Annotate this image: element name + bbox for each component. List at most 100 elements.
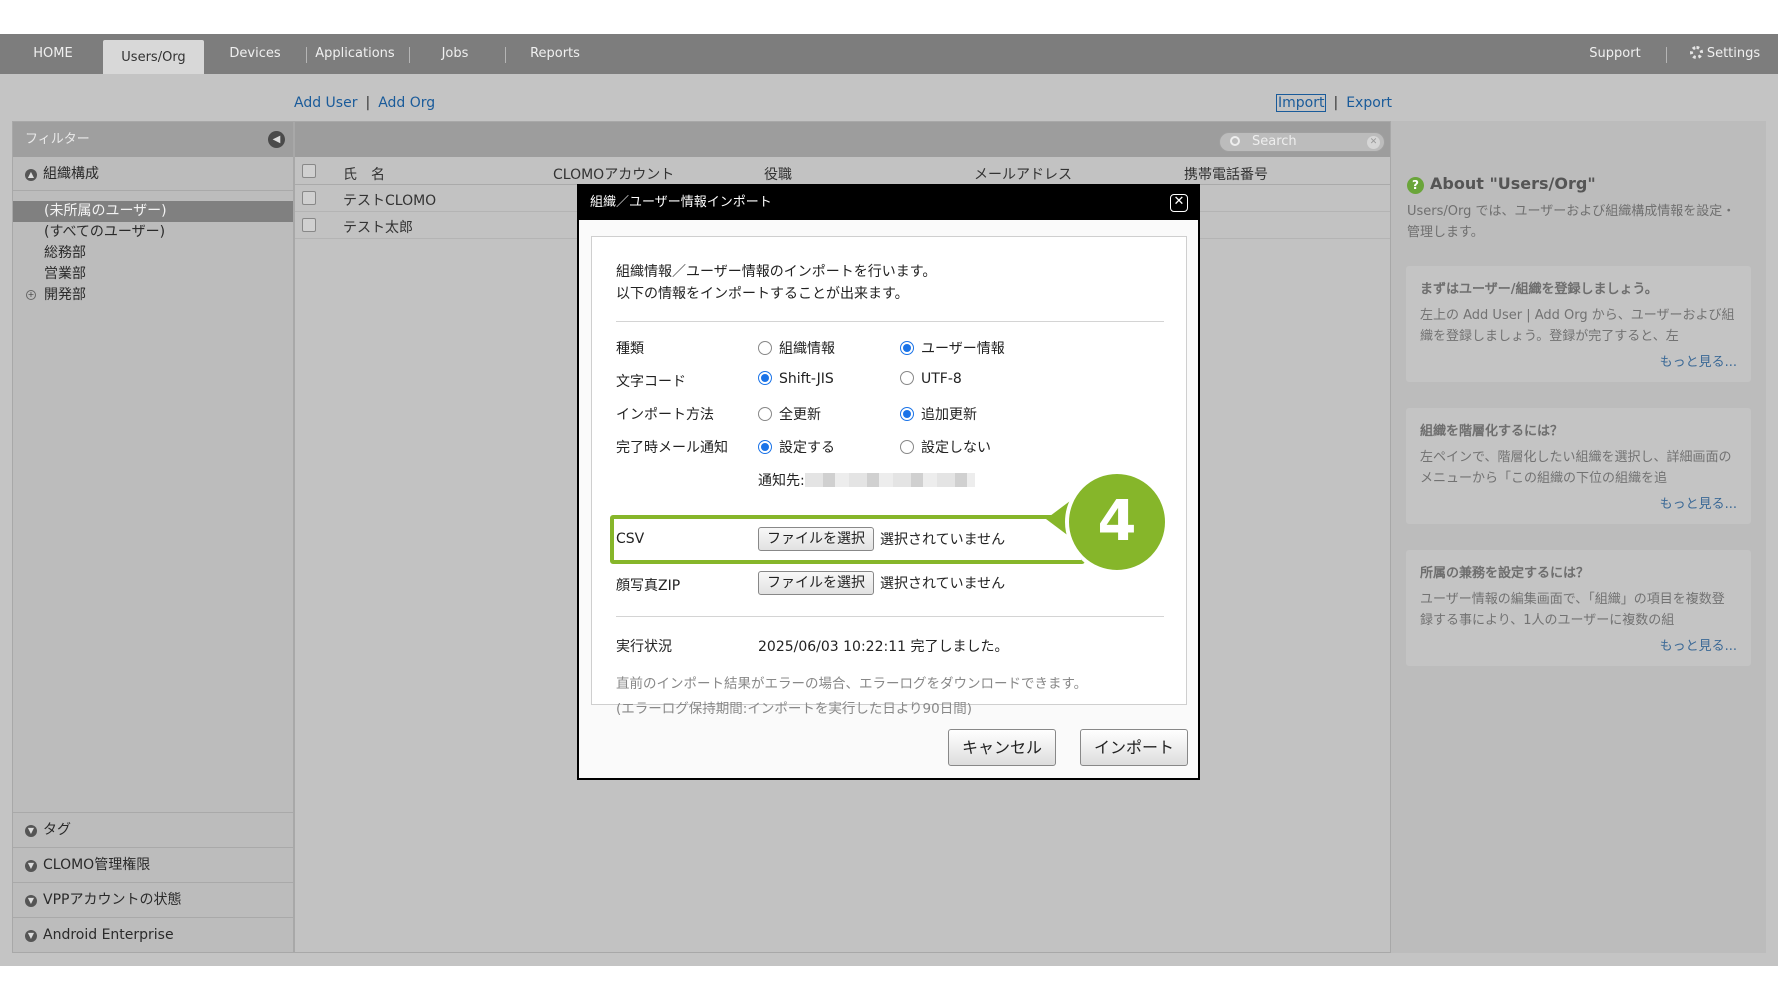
nav-applications[interactable]: Applications — [314, 34, 396, 74]
encoding-label: 文字コード — [616, 374, 686, 390]
type-org-label: 組織情報 — [779, 341, 835, 357]
search-input[interactable]: Search ✕ — [1219, 132, 1385, 152]
zip-file-input: ファイルを選択 選択されていません — [758, 571, 1005, 595]
tree-item-general-affairs[interactable]: 総務部 — [13, 243, 293, 264]
type-label: 種類 — [616, 341, 644, 357]
tree-item-unassigned[interactable]: (未所属のユーザー) — [13, 201, 293, 222]
table-header: 氏 名 CLOMOアカウント 役職 メールアドレス 携帯電話番号 — [295, 157, 1390, 185]
read-more-link[interactable]: もっと見る... — [1420, 351, 1737, 370]
dialog-title-bar: 組織／ユーザー情報インポート ✕ — [579, 186, 1198, 220]
toolbar-separator: | — [1333, 95, 1339, 111]
divider — [616, 616, 1164, 617]
search-placeholder: Search — [1252, 134, 1297, 149]
step-number-badge: 4 — [1065, 470, 1169, 574]
import-link[interactable]: Import — [1275, 94, 1327, 112]
chevron-down-icon: ▼ — [25, 825, 37, 837]
mail-on-radio[interactable]: 設定する — [758, 437, 835, 457]
add-org-link[interactable]: Add Org — [378, 95, 435, 111]
search-icon — [1230, 136, 1240, 146]
radio-icon — [758, 407, 772, 421]
help-card-title: まずはユーザー/組織を登録しましょう。 — [1420, 282, 1658, 297]
read-more-link[interactable]: もっと見る... — [1420, 493, 1737, 512]
notify-label: 通知先: — [758, 473, 805, 489]
nav-reports[interactable]: Reports — [524, 34, 586, 74]
section-tags-label: タグ — [43, 822, 71, 838]
redacted-email — [804, 473, 975, 487]
type-org-radio[interactable]: 組織情報 — [758, 338, 835, 358]
column-position[interactable]: 役職 — [764, 164, 792, 184]
encoding-utf8-label: UTF-8 — [921, 371, 962, 387]
section-vpp-status[interactable]: ▼ VPPアカウントの状態 — [13, 882, 293, 917]
type-user-label: ユーザー情報 — [921, 341, 1005, 357]
toolbar-right: Import | Export — [1275, 94, 1392, 112]
method-full-radio[interactable]: 全更新 — [758, 404, 821, 424]
filter-title: フィルター — [25, 132, 90, 147]
help-card-title: 組織を階層化するには？ — [1420, 424, 1564, 439]
column-name[interactable]: 氏 名 — [343, 164, 385, 184]
nav-settings[interactable]: Settings — [1680, 34, 1770, 74]
tree-item-all-users[interactable]: (すべてのユーザー) — [13, 222, 293, 243]
csv-label: CSV — [616, 531, 645, 547]
nav-devices[interactable]: Devices — [222, 34, 288, 74]
nav-settings-label: Settings — [1706, 46, 1761, 61]
nav-home[interactable]: HOME — [22, 34, 84, 74]
radio-selected-icon — [900, 341, 914, 355]
nav-users-org[interactable]: Users/Org — [103, 40, 204, 76]
column-mobile[interactable]: 携帯電話番号 — [1184, 164, 1268, 184]
section-tags[interactable]: ▼ タグ — [13, 812, 293, 847]
type-user-radio[interactable]: ユーザー情報 — [900, 338, 1005, 358]
column-clomo-account[interactable]: CLOMOアカウント — [553, 164, 674, 184]
section-clomo-permissions[interactable]: ▼ CLOMO管理権限 — [13, 847, 293, 882]
chevron-down-icon: ▼ — [25, 895, 37, 907]
mail-off-radio[interactable]: 設定しない — [900, 437, 991, 457]
zip-file-button[interactable]: ファイルを選択 — [758, 571, 874, 595]
tree-item-development[interactable]: + 開発部 — [13, 285, 293, 306]
tree-item-sales[interactable]: 営業部 — [13, 264, 293, 285]
select-all-checkbox[interactable] — [302, 164, 316, 178]
close-icon[interactable]: ✕ — [1170, 194, 1188, 212]
mail-label: 完了時メール通知 — [616, 440, 728, 456]
row-checkbox[interactable] — [302, 191, 316, 205]
nav-jobs[interactable]: Jobs — [425, 34, 485, 74]
about-description: Users/Org では、ユーザーおよび組織構成情報を設定・管理します。 — [1407, 204, 1736, 240]
help-card-title: 所属の兼務を設定するには？ — [1420, 566, 1590, 581]
expand-icon[interactable]: + — [26, 290, 36, 300]
radio-selected-icon — [758, 371, 772, 385]
toolbar-left: Add User | Add Org — [294, 95, 435, 111]
radio-icon — [758, 341, 772, 355]
help-card: 組織を階層化するには？ 左ペインで、階層化したい組織を選択し、詳細画面のメニュー… — [1406, 408, 1751, 524]
nav-support[interactable]: Support — [1584, 34, 1646, 74]
about-title-text: About "Users/Org" — [1430, 174, 1596, 193]
chevron-down-icon: ▼ — [25, 930, 37, 942]
method-label: インポート方法 — [616, 407, 714, 423]
read-more-link[interactable]: もっと見る... — [1420, 635, 1737, 654]
intro-line-1: 組織情報／ユーザー情報のインポートを行います。 — [616, 264, 937, 280]
section-org-label: 組織構成 — [43, 166, 99, 182]
help-pane: ? About "Users/Org" Users/Org では、ユーザーおよび組… — [1391, 121, 1766, 953]
encoding-sjis-radio[interactable]: Shift-JIS — [758, 371, 834, 387]
status-value: 2025/06/03 10:22:11 完了しました。 — [758, 639, 1009, 655]
method-add-radio[interactable]: 追加更新 — [900, 404, 977, 424]
column-email[interactable]: メールアドレス — [974, 164, 1072, 184]
csv-file-button[interactable]: ファイルを選択 — [758, 527, 874, 551]
row-checkbox[interactable] — [302, 218, 316, 232]
section-vpp-label: VPPアカウントの状態 — [43, 892, 182, 908]
status-label: 実行状況 — [616, 639, 672, 655]
section-android-label: Android Enterprise — [43, 927, 174, 943]
top-navigation: HOME Users/Org Devices Applications Jobs… — [0, 34, 1778, 76]
intro-line-2: 以下の情報をインポートすることが出来ます。 — [616, 286, 909, 302]
help-card-text: 左上の Add User | Add Org から、ユーザーおよび組織を登録しま… — [1420, 308, 1735, 344]
add-user-link[interactable]: Add User — [294, 95, 357, 111]
clear-icon[interactable]: ✕ — [1367, 136, 1380, 149]
encoding-utf8-radio[interactable]: UTF-8 — [900, 371, 962, 387]
radio-icon — [900, 371, 914, 385]
section-android-enterprise[interactable]: ▼ Android Enterprise — [13, 917, 293, 952]
dialog-intro: 組織情報／ユーザー情報のインポートを行います。 以下の情報をインポートすることが… — [616, 261, 936, 305]
import-button[interactable]: インポート — [1080, 729, 1188, 766]
cancel-button[interactable]: キャンセル — [948, 729, 1056, 766]
collapse-icon[interactable]: ◀ — [268, 131, 285, 148]
section-permissions-label: CLOMO管理権限 — [43, 857, 151, 873]
section-org-structure[interactable]: ▲ 組織構成 — [13, 157, 293, 191]
export-link[interactable]: Export — [1346, 95, 1392, 111]
method-add-label: 追加更新 — [921, 407, 977, 423]
